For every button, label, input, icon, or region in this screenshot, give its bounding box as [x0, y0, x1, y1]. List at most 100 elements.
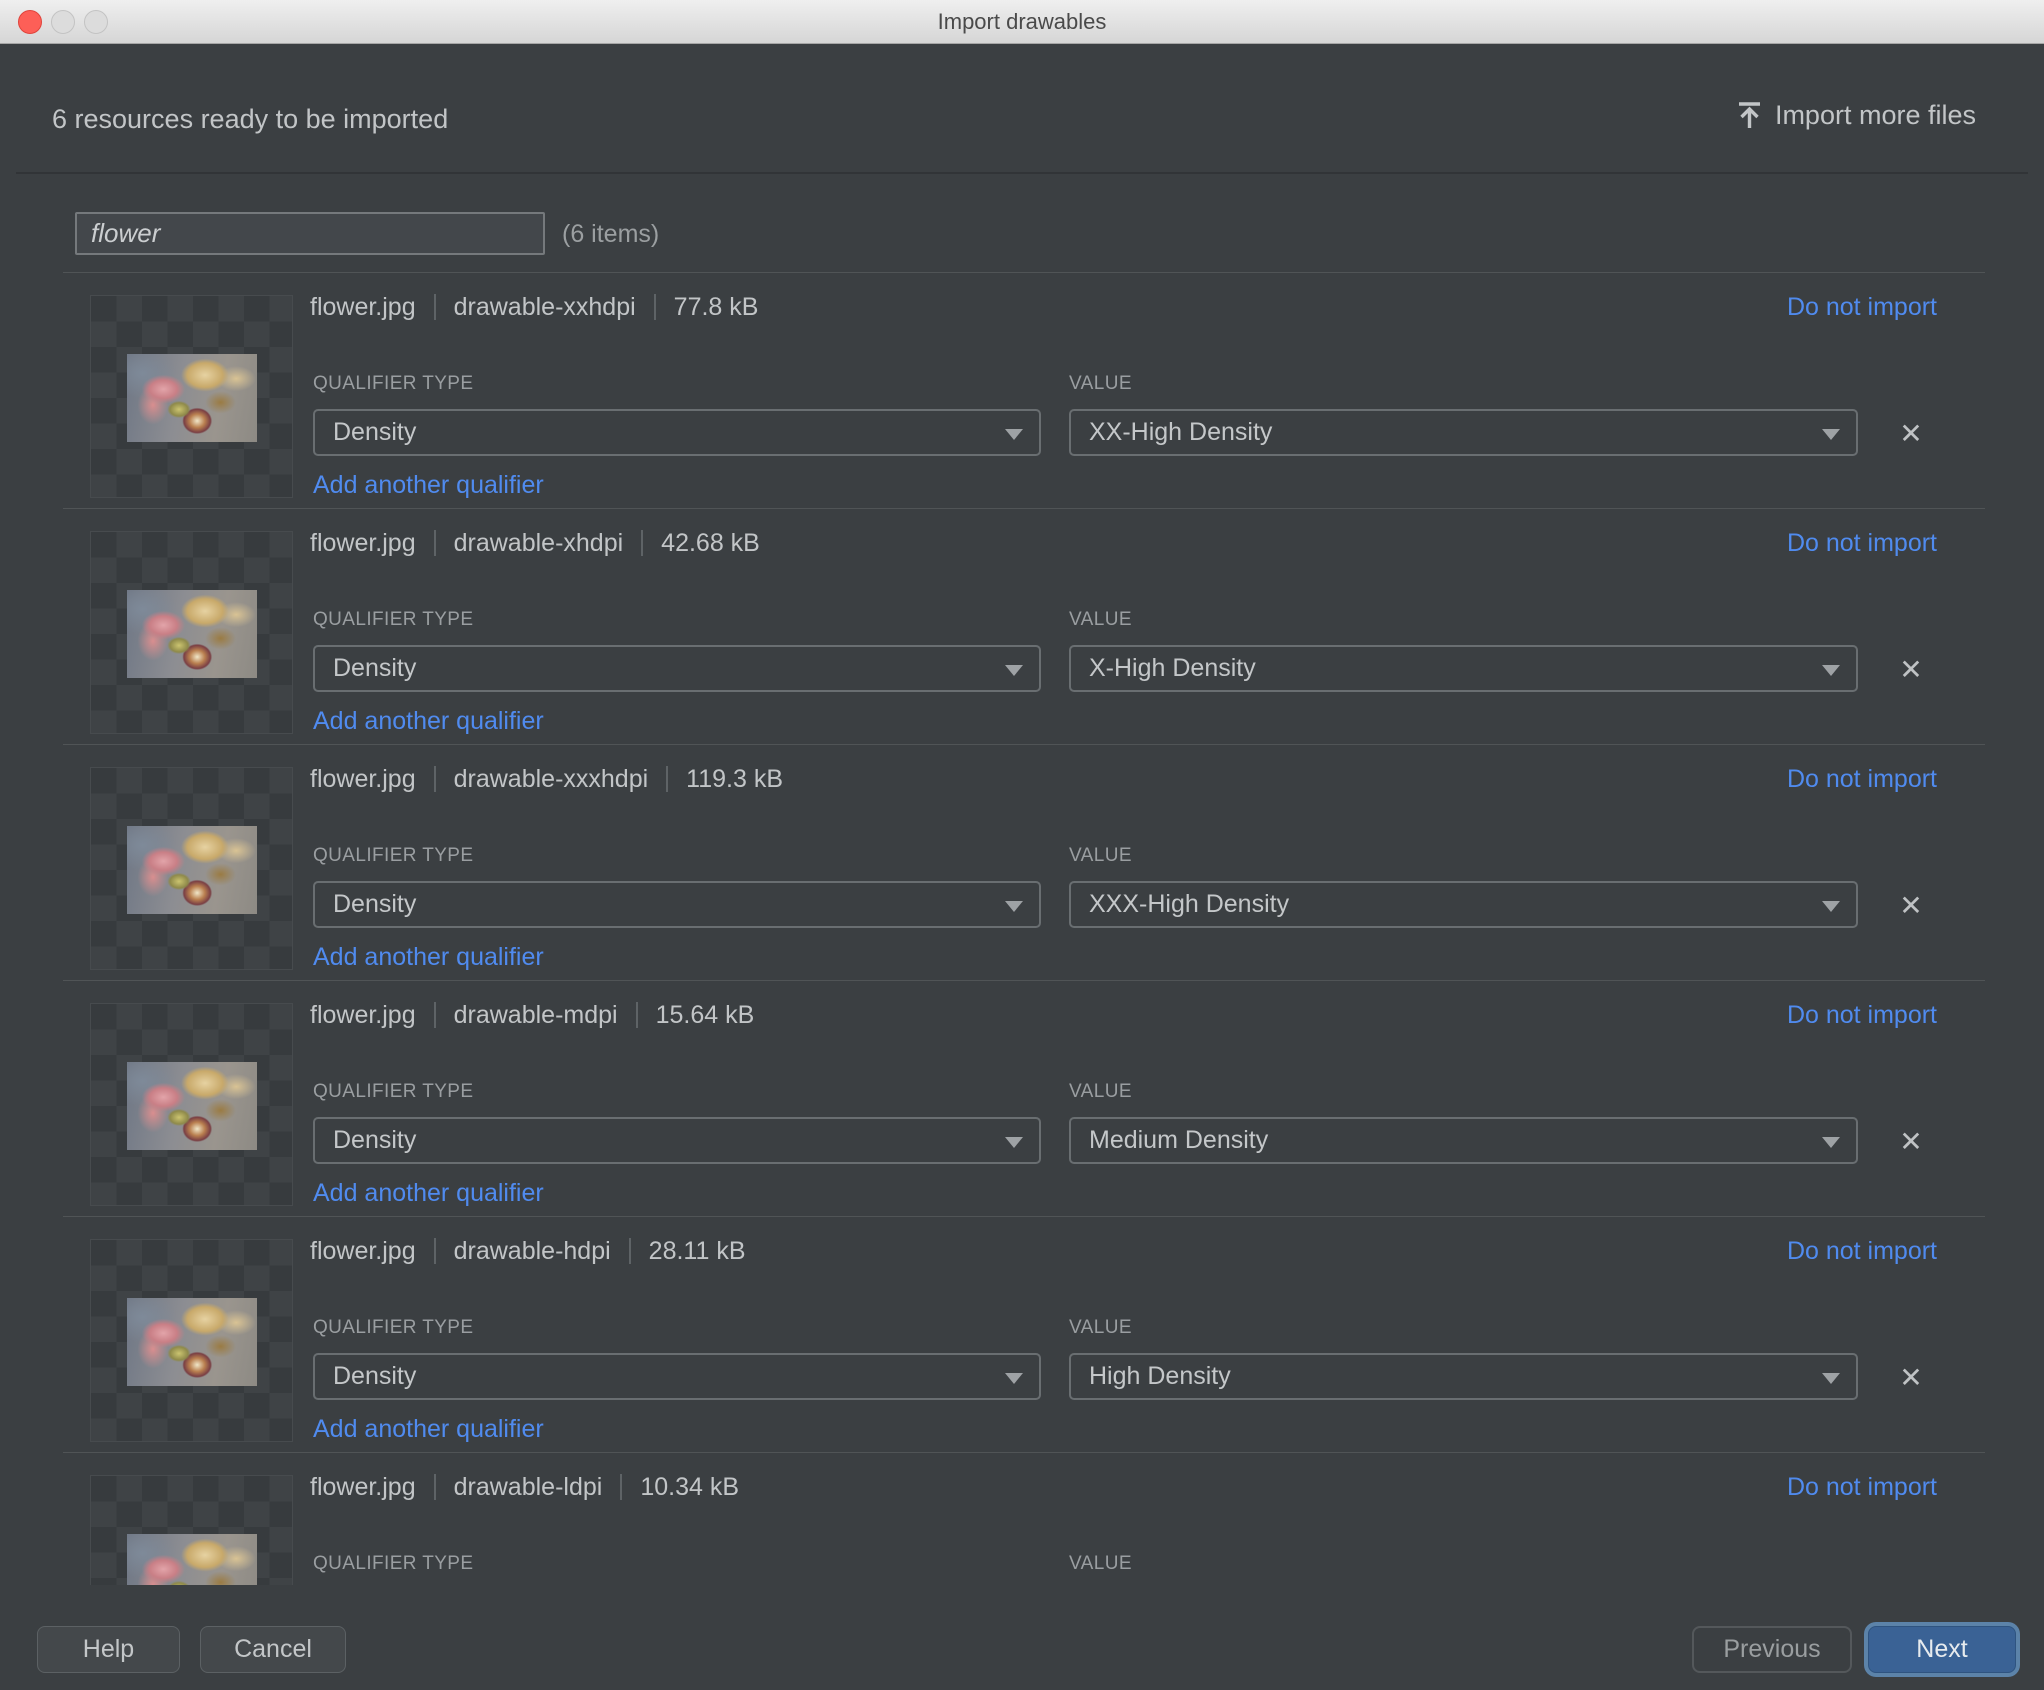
previous-button[interactable]: Previous [1692, 1626, 1852, 1673]
add-qualifier-link[interactable]: Add another qualifier [313, 943, 544, 972]
import-drawables-dialog: Import drawables 6 resources ready to be… [0, 0, 2044, 1690]
file-meta: flower.jpg drawable-mdpi 15.64 kB [310, 1001, 754, 1030]
items-count-label: (6 items) [562, 220, 659, 249]
chevron-down-icon [1822, 901, 1840, 912]
chevron-down-icon [1005, 1137, 1023, 1148]
meta-divider [636, 1002, 638, 1028]
filter-input[interactable]: flower [75, 212, 545, 255]
qualifier-value-select[interactable]: XXX-High Density [1069, 881, 1858, 928]
qualifier-value-select[interactable]: XX-High Density [1069, 409, 1858, 456]
flower-image [127, 1298, 257, 1386]
chevron-down-icon [1005, 901, 1023, 912]
qualifier-type-select[interactable]: Density [313, 645, 1041, 692]
qualifier-value-select[interactable]: High Density [1069, 1353, 1858, 1400]
file-meta: flower.jpg drawable-hdpi 28.11 kB [310, 1237, 746, 1266]
add-qualifier-link[interactable]: Add another qualifier [313, 471, 544, 500]
add-qualifier-link[interactable]: Add another qualifier [313, 1179, 544, 1208]
file-size: 119.3 kB [686, 765, 783, 794]
chevron-down-icon [1005, 1373, 1023, 1384]
qualifier-type-select[interactable]: Density [313, 1353, 1041, 1400]
drawable-thumbnail [90, 1239, 293, 1442]
close-window-button[interactable] [18, 10, 42, 34]
traffic-lights [18, 0, 108, 44]
add-qualifier-link[interactable]: Add another qualifier [313, 1415, 544, 1444]
value-label: VALUE [1069, 373, 1132, 395]
qualifier-value-value: Medium Density [1089, 1126, 1268, 1155]
meta-divider [629, 1238, 631, 1264]
qualifier-value-value: XX-High Density [1089, 418, 1272, 447]
meta-divider [654, 294, 656, 320]
chevron-down-icon [1822, 429, 1840, 440]
resource-row: flower.jpg drawable-xhdpi 42.68 kB Do no… [63, 508, 1985, 744]
flower-image [127, 1062, 257, 1150]
row-header: flower.jpg drawable-hdpi 28.11 kB Do not… [310, 1235, 1937, 1267]
file-name: flower.jpg [310, 1473, 416, 1502]
file-name: flower.jpg [310, 1001, 416, 1030]
resources-summary: 6 resources ready to be imported [52, 104, 448, 135]
upload-icon [1736, 101, 1763, 130]
file-name: flower.jpg [310, 1237, 416, 1266]
help-button[interactable]: Help [37, 1626, 180, 1673]
do-not-import-link[interactable]: Do not import [1787, 765, 1937, 794]
file-size: 42.68 kB [661, 529, 760, 558]
qualifier-type-label: QUALIFIER TYPE [313, 845, 473, 867]
file-name: flower.jpg [310, 293, 416, 322]
qualifier-type-value: Density [333, 1126, 416, 1155]
value-label: VALUE [1069, 1081, 1132, 1103]
flower-image [127, 1534, 257, 1585]
value-label: VALUE [1069, 845, 1132, 867]
remove-qualifier-button[interactable]: ✕ [1891, 413, 1931, 453]
qualifier-type-select[interactable]: Density [313, 881, 1041, 928]
drawable-thumbnail [90, 1003, 293, 1206]
meta-divider [641, 530, 643, 556]
remove-qualifier-button[interactable]: ✕ [1891, 1121, 1931, 1161]
qualifier-type-label: QUALIFIER TYPE [313, 373, 473, 395]
file-size: 28.11 kB [649, 1237, 746, 1266]
qualifier-type-select[interactable]: Density [313, 1117, 1041, 1164]
target-folder: drawable-xhdpi [454, 529, 624, 558]
header-divider [16, 172, 2028, 174]
chevron-down-icon [1822, 1373, 1840, 1384]
qualifier-type-value: Density [333, 418, 416, 447]
drawable-thumbnail [90, 767, 293, 970]
add-qualifier-link[interactable]: Add another qualifier [313, 707, 544, 736]
qualifier-type-select[interactable]: Density [313, 409, 1041, 456]
qualifier-value-value: XXX-High Density [1089, 890, 1289, 919]
remove-qualifier-button[interactable]: ✕ [1891, 1357, 1931, 1397]
do-not-import-link[interactable]: Do not import [1787, 1473, 1937, 1502]
value-label: VALUE [1069, 1317, 1132, 1339]
file-meta: flower.jpg drawable-xxhdpi 77.8 kB [310, 293, 758, 322]
file-size: 15.64 kB [656, 1001, 755, 1030]
minimize-window-button[interactable] [51, 10, 75, 34]
qualifier-value-select[interactable]: Medium Density [1069, 1117, 1858, 1164]
meta-divider [434, 1474, 436, 1500]
do-not-import-link[interactable]: Do not import [1787, 529, 1937, 558]
remove-qualifier-button[interactable]: ✕ [1891, 885, 1931, 925]
drawable-thumbnail [90, 295, 293, 498]
qualifier-value-select[interactable]: X-High Density [1069, 645, 1858, 692]
import-more-files-button[interactable]: Import more files [1736, 100, 1976, 131]
qualifier-type-label: QUALIFIER TYPE [313, 609, 473, 631]
chevron-down-icon [1005, 665, 1023, 676]
resource-row: flower.jpg drawable-xxhdpi 77.8 kB Do no… [63, 272, 1985, 508]
file-name: flower.jpg [310, 765, 416, 794]
zoom-window-button[interactable] [84, 10, 108, 34]
next-button[interactable]: Next [1868, 1626, 2016, 1673]
do-not-import-link[interactable]: Do not import [1787, 1237, 1937, 1266]
remove-qualifier-button[interactable]: ✕ [1891, 649, 1931, 689]
resource-list: flower.jpg drawable-xxhdpi 77.8 kB Do no… [63, 272, 1985, 1585]
qualifier-type-value: Density [333, 1362, 416, 1391]
qualifier-type-label: QUALIFIER TYPE [313, 1081, 473, 1103]
file-meta: flower.jpg drawable-xhdpi 42.68 kB [310, 529, 760, 558]
qualifier-type-label: QUALIFIER TYPE [313, 1553, 473, 1575]
filter-input-value: flower [91, 218, 160, 249]
row-header: flower.jpg drawable-mdpi 15.64 kB Do not… [310, 999, 1937, 1031]
target-folder: drawable-mdpi [454, 1001, 618, 1030]
resource-row: flower.jpg drawable-xxxhdpi 119.3 kB Do … [63, 744, 1985, 980]
do-not-import-link[interactable]: Do not import [1787, 293, 1937, 322]
qualifier-type-label: QUALIFIER TYPE [313, 1317, 473, 1339]
row-header: flower.jpg drawable-xxxhdpi 119.3 kB Do … [310, 763, 1937, 795]
do-not-import-link[interactable]: Do not import [1787, 1001, 1937, 1030]
cancel-button[interactable]: Cancel [200, 1626, 346, 1673]
meta-divider [434, 766, 436, 792]
